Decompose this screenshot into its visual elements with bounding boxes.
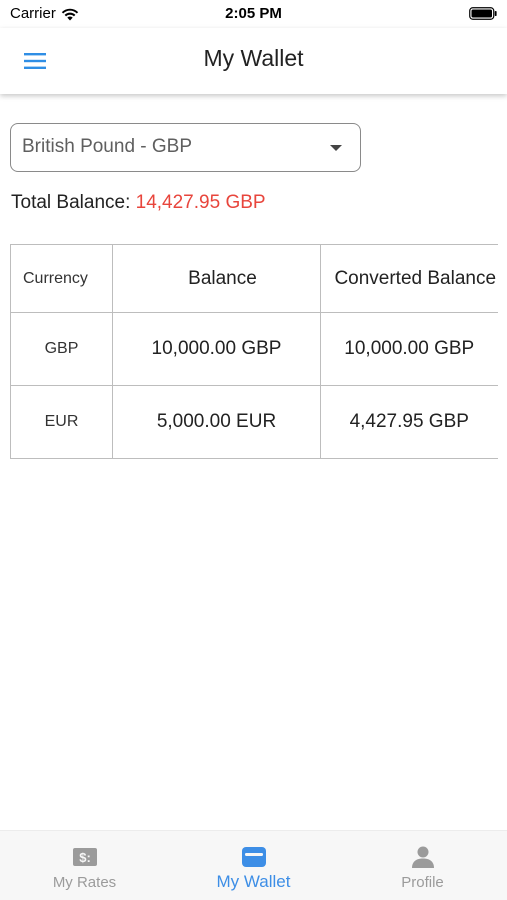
battery-icon <box>469 7 497 20</box>
tab-profile[interactable]: Profile <box>338 831 507 900</box>
table-row: GBP 10,000.00 GBP 10,000.00 GBP <box>10 312 498 386</box>
cell-balance: 10,000.00 GBP <box>112 312 321 386</box>
cell-converted-balance: 4,427.95 GBP <box>320 385 498 459</box>
profile-icon <box>411 846 434 868</box>
app-bar: My Wallet <box>0 28 507 94</box>
tab-my-wallet[interactable]: My Wallet <box>169 831 338 900</box>
header-converted-balance: Converted Balance <box>320 244 498 313</box>
status-time: 2:05 PM <box>225 5 282 22</box>
cell-balance: 5,000.00 EUR <box>112 385 321 459</box>
table-row: EUR 5,000.00 EUR 4,427.95 GBP <box>10 385 498 459</box>
rates-icon: $: <box>72 848 97 866</box>
tab-label: My Wallet <box>216 872 291 891</box>
tab-label: My Rates <box>52 874 117 891</box>
svg-text:$:: $: <box>79 850 91 865</box>
status-bar: Carrier 2:05 PM <box>0 0 507 28</box>
dropdown-arrow-icon <box>330 145 342 151</box>
total-balance-label: Total Balance: <box>11 192 131 213</box>
bottom-tab-bar: $: My Rates My Wallet Profile <box>0 830 507 900</box>
tab-my-rates[interactable]: $: My Rates <box>0 831 169 900</box>
tab-label: Profile <box>401 874 444 891</box>
cell-currency: GBP <box>10 312 113 386</box>
cell-converted-balance: 10,000.00 GBP <box>320 312 498 386</box>
total-balance-value: 14,427.95 GBP <box>135 192 266 213</box>
currency-select[interactable]: British Pound - GBP <box>10 123 361 172</box>
page-title: My Wallet <box>203 45 304 71</box>
wallet-table: Currency Balance Converted Balance GBP 1… <box>10 244 498 459</box>
total-balance: Total Balance: 14,427.95 GBP <box>11 192 266 214</box>
cell-currency: EUR <box>10 385 113 459</box>
wallet-icon <box>241 847 266 867</box>
header-currency: Currency <box>10 244 113 313</box>
table-header-row: Currency Balance Converted Balance <box>10 244 498 313</box>
header-balance: Balance <box>112 244 321 313</box>
selected-currency: British Pound - GBP <box>22 136 193 157</box>
